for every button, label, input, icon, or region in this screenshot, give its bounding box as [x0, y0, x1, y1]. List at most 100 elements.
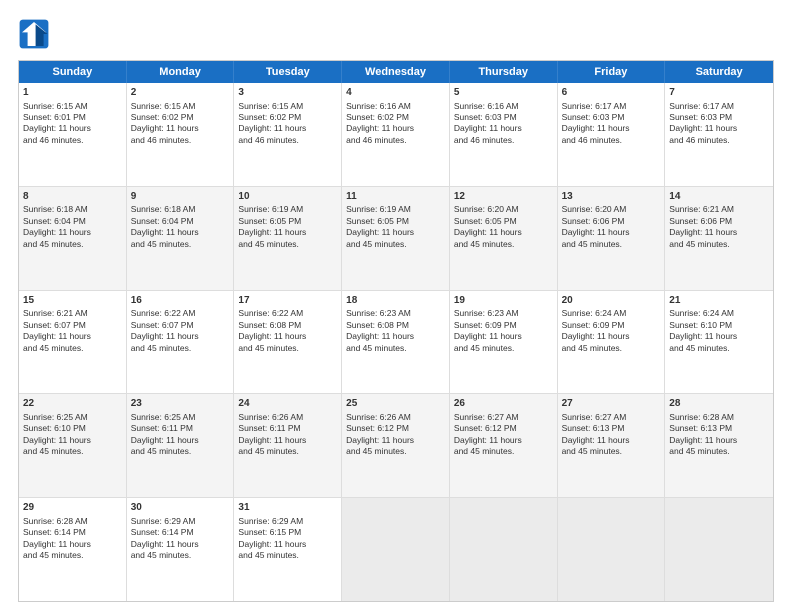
- calendar-cell: 5Sunrise: 6:16 AMSunset: 6:03 PMDaylight…: [450, 83, 558, 186]
- day-info-line: Daylight: 11 hours: [562, 227, 661, 238]
- day-info-line: Daylight: 11 hours: [131, 227, 230, 238]
- calendar-cell: [450, 498, 558, 601]
- day-info-line: Sunrise: 6:28 AM: [23, 516, 122, 527]
- day-info-line: Daylight: 11 hours: [454, 435, 553, 446]
- day-info-line: Daylight: 11 hours: [669, 123, 769, 134]
- day-number: 15: [23, 294, 122, 308]
- day-info-line: Sunrise: 6:26 AM: [346, 412, 445, 423]
- day-number: 8: [23, 190, 122, 204]
- day-info-line: Daylight: 11 hours: [669, 227, 769, 238]
- weekday-header-wednesday: Wednesday: [342, 61, 450, 83]
- calendar-cell: [342, 498, 450, 601]
- day-info-line: Sunrise: 6:16 AM: [346, 101, 445, 112]
- calendar-cell: 18Sunrise: 6:23 AMSunset: 6:08 PMDayligh…: [342, 291, 450, 394]
- header: [18, 18, 774, 50]
- day-info-line: Sunset: 6:14 PM: [23, 527, 122, 538]
- calendar-cell: 25Sunrise: 6:26 AMSunset: 6:12 PMDayligh…: [342, 394, 450, 497]
- day-info-line: Daylight: 11 hours: [131, 331, 230, 342]
- day-info-line: Sunset: 6:04 PM: [131, 216, 230, 227]
- day-number: 31: [238, 501, 337, 515]
- day-info-line: Daylight: 11 hours: [346, 331, 445, 342]
- day-number: 29: [23, 501, 122, 515]
- day-info-line: Daylight: 11 hours: [669, 435, 769, 446]
- day-info-line: Sunset: 6:05 PM: [346, 216, 445, 227]
- day-info-line: Sunset: 6:07 PM: [131, 320, 230, 331]
- calendar-cell: 28Sunrise: 6:28 AMSunset: 6:13 PMDayligh…: [665, 394, 773, 497]
- day-info-line: Sunset: 6:09 PM: [454, 320, 553, 331]
- day-info-line: Daylight: 11 hours: [23, 227, 122, 238]
- day-number: 9: [131, 190, 230, 204]
- day-info-line: and 45 minutes.: [562, 446, 661, 457]
- day-info-line: Sunset: 6:03 PM: [562, 112, 661, 123]
- day-info-line: Daylight: 11 hours: [346, 227, 445, 238]
- day-info-line: Sunrise: 6:21 AM: [669, 204, 769, 215]
- calendar-cell: 1Sunrise: 6:15 AMSunset: 6:01 PMDaylight…: [19, 83, 127, 186]
- day-number: 27: [562, 397, 661, 411]
- day-info-line: Daylight: 11 hours: [131, 123, 230, 134]
- day-number: 25: [346, 397, 445, 411]
- weekday-header-sunday: Sunday: [19, 61, 127, 83]
- calendar-cell: 8Sunrise: 6:18 AMSunset: 6:04 PMDaylight…: [19, 187, 127, 290]
- day-info-line: and 46 minutes.: [238, 135, 337, 146]
- day-info-line: Daylight: 11 hours: [131, 539, 230, 550]
- day-info-line: Sunset: 6:13 PM: [562, 423, 661, 434]
- day-info-line: Daylight: 11 hours: [238, 539, 337, 550]
- day-info-line: Sunset: 6:01 PM: [23, 112, 122, 123]
- day-info-line: Sunrise: 6:29 AM: [131, 516, 230, 527]
- day-info-line: and 45 minutes.: [346, 446, 445, 457]
- day-info-line: and 45 minutes.: [562, 343, 661, 354]
- day-number: 12: [454, 190, 553, 204]
- day-info-line: Sunset: 6:06 PM: [669, 216, 769, 227]
- day-info-line: and 45 minutes.: [23, 550, 122, 561]
- day-info-line: Daylight: 11 hours: [346, 123, 445, 134]
- day-info-line: and 46 minutes.: [562, 135, 661, 146]
- day-number: 1: [23, 86, 122, 100]
- day-info-line: Sunset: 6:03 PM: [454, 112, 553, 123]
- day-info-line: and 46 minutes.: [346, 135, 445, 146]
- calendar-cell: 29Sunrise: 6:28 AMSunset: 6:14 PMDayligh…: [19, 498, 127, 601]
- day-info-line: Sunrise: 6:17 AM: [562, 101, 661, 112]
- calendar-cell: 3Sunrise: 6:15 AMSunset: 6:02 PMDaylight…: [234, 83, 342, 186]
- day-info-line: and 46 minutes.: [669, 135, 769, 146]
- calendar-cell: 30Sunrise: 6:29 AMSunset: 6:14 PMDayligh…: [127, 498, 235, 601]
- calendar-cell: 9Sunrise: 6:18 AMSunset: 6:04 PMDaylight…: [127, 187, 235, 290]
- day-info-line: Daylight: 11 hours: [131, 435, 230, 446]
- day-info-line: Sunrise: 6:22 AM: [238, 308, 337, 319]
- day-info-line: Sunset: 6:02 PM: [238, 112, 337, 123]
- day-info-line: and 45 minutes.: [131, 239, 230, 250]
- day-info-line: and 45 minutes.: [23, 446, 122, 457]
- day-info-line: Sunset: 6:10 PM: [669, 320, 769, 331]
- calendar-row: 15Sunrise: 6:21 AMSunset: 6:07 PMDayligh…: [19, 291, 773, 395]
- day-info-line: Sunset: 6:06 PM: [562, 216, 661, 227]
- calendar-cell: 14Sunrise: 6:21 AMSunset: 6:06 PMDayligh…: [665, 187, 773, 290]
- day-info-line: Daylight: 11 hours: [454, 227, 553, 238]
- day-info-line: Sunset: 6:12 PM: [454, 423, 553, 434]
- day-info-line: Sunrise: 6:26 AM: [238, 412, 337, 423]
- calendar-cell: 17Sunrise: 6:22 AMSunset: 6:08 PMDayligh…: [234, 291, 342, 394]
- day-info-line: and 45 minutes.: [238, 239, 337, 250]
- calendar-header: SundayMondayTuesdayWednesdayThursdayFrid…: [19, 61, 773, 83]
- day-info-line: Sunrise: 6:25 AM: [23, 412, 122, 423]
- calendar-cell: 26Sunrise: 6:27 AMSunset: 6:12 PMDayligh…: [450, 394, 558, 497]
- day-number: 22: [23, 397, 122, 411]
- day-number: 16: [131, 294, 230, 308]
- day-number: 7: [669, 86, 769, 100]
- day-info-line: Sunset: 6:05 PM: [238, 216, 337, 227]
- day-number: 2: [131, 86, 230, 100]
- day-number: 4: [346, 86, 445, 100]
- day-info-line: Sunset: 6:05 PM: [454, 216, 553, 227]
- calendar-cell: 20Sunrise: 6:24 AMSunset: 6:09 PMDayligh…: [558, 291, 666, 394]
- day-info-line: Daylight: 11 hours: [454, 331, 553, 342]
- day-info-line: Sunrise: 6:23 AM: [454, 308, 553, 319]
- day-info-line: Sunrise: 6:18 AM: [131, 204, 230, 215]
- day-info-line: and 45 minutes.: [23, 343, 122, 354]
- calendar-cell: 16Sunrise: 6:22 AMSunset: 6:07 PMDayligh…: [127, 291, 235, 394]
- day-number: 3: [238, 86, 337, 100]
- day-info-line: and 45 minutes.: [131, 343, 230, 354]
- day-info-line: Daylight: 11 hours: [562, 331, 661, 342]
- calendar-cell: 27Sunrise: 6:27 AMSunset: 6:13 PMDayligh…: [558, 394, 666, 497]
- page: SundayMondayTuesdayWednesdayThursdayFrid…: [0, 0, 792, 612]
- calendar-row: 8Sunrise: 6:18 AMSunset: 6:04 PMDaylight…: [19, 187, 773, 291]
- day-info-line: Daylight: 11 hours: [23, 539, 122, 550]
- day-info-line: and 45 minutes.: [131, 550, 230, 561]
